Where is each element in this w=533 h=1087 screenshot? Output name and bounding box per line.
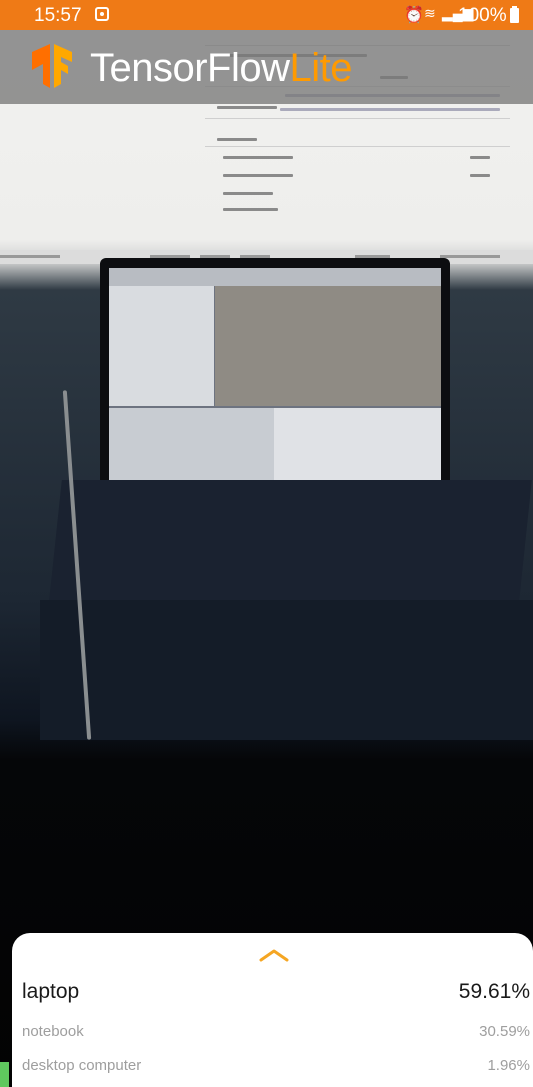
edge-indicator	[0, 1062, 9, 1087]
chevron-up-icon[interactable]	[258, 947, 290, 963]
result-score: 59.61%	[458, 980, 530, 1003]
status-time: 15:57	[34, 5, 82, 26]
result-row-3: desktop computer 1.96%	[22, 1057, 530, 1077]
battery-level: 100%	[458, 5, 507, 26]
results-bottom-sheet[interactable]: laptop 59.61% notebook 30.59% desktop co…	[12, 933, 533, 1087]
result-score: 1.96%	[487, 1057, 530, 1074]
keyboard-image	[48, 480, 532, 610]
result-row-1: laptop 59.61%	[22, 980, 530, 1008]
notification-icon	[95, 7, 109, 21]
alarm-icon: ⏰	[404, 7, 424, 24]
tensorflow-logo-icon	[32, 44, 72, 88]
status-bar: 15:57 ⏰ ≋ ▂▄▆ 100%	[0, 0, 533, 30]
camera-preview	[0, 0, 533, 1087]
wifi-icon: ≋	[424, 5, 436, 21]
result-label: desktop computer	[22, 1057, 142, 1074]
trackpad-image	[40, 600, 533, 740]
app-header: TensorFlowLite	[0, 30, 533, 104]
laptop-image	[100, 258, 450, 488]
result-label: notebook	[22, 1023, 84, 1040]
app-title: TensorFlowLite	[90, 46, 353, 91]
app-title-main: TensorFlow	[90, 46, 290, 90]
result-row-2: notebook 30.59%	[22, 1023, 530, 1043]
battery-icon	[510, 6, 519, 23]
result-score: 30.59%	[479, 1023, 530, 1040]
app-title-accent: Lite	[289, 46, 353, 90]
result-label: laptop	[22, 980, 80, 1003]
